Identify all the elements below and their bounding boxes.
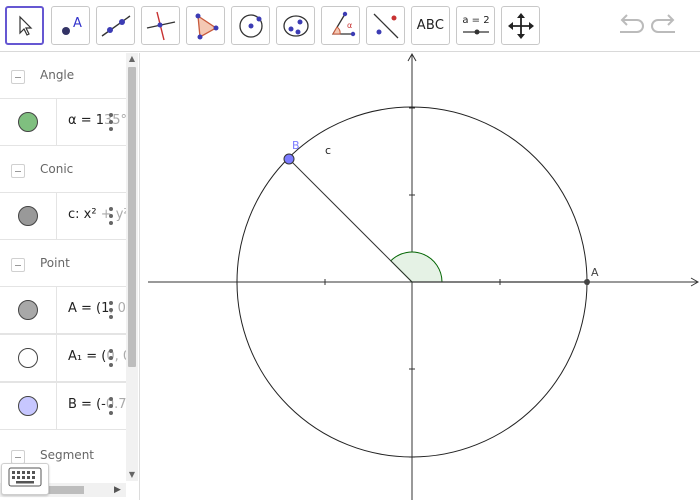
collapse-icon[interactable] bbox=[11, 450, 25, 464]
group-header-angle[interactable]: Angle bbox=[0, 53, 126, 101]
visibility-marble[interactable] bbox=[18, 300, 38, 320]
algebra-expression[interactable]: α = 135° bbox=[68, 113, 127, 128]
more-options-icon[interactable] bbox=[108, 395, 114, 417]
move-graphics-view-tool[interactable] bbox=[501, 6, 540, 45]
algebra-expression[interactable]: B = (-0.7 bbox=[68, 397, 127, 412]
point-tool[interactable]: A bbox=[51, 6, 90, 45]
algebra-expression[interactable]: c: x² + y² bbox=[68, 207, 129, 222]
point-tool-label: A bbox=[73, 16, 82, 31]
keyboard-button[interactable] bbox=[1, 463, 49, 495]
slider-tool-label: a = 2 bbox=[462, 15, 489, 26]
undo-button[interactable] bbox=[613, 10, 645, 42]
polygon-tool[interactable] bbox=[186, 6, 225, 45]
perpendicular-line-tool[interactable] bbox=[141, 6, 180, 45]
line-tool[interactable] bbox=[96, 6, 135, 45]
visibility-marble[interactable] bbox=[18, 396, 38, 416]
angle-tool[interactable]: α bbox=[321, 6, 360, 45]
slider-tool[interactable]: a = 2 bbox=[456, 6, 495, 45]
point-icon: A bbox=[56, 11, 86, 41]
collapse-icon[interactable] bbox=[11, 164, 25, 178]
scroll-right-icon[interactable]: ▶ bbox=[114, 485, 121, 495]
group-title: Angle bbox=[40, 68, 75, 82]
redo-button[interactable] bbox=[650, 10, 682, 42]
algebra-vertical-scrollbar[interactable]: ▲ ▼ bbox=[126, 53, 138, 481]
perpendicular-line-icon bbox=[145, 10, 177, 42]
reflect-about-line-tool[interactable] bbox=[366, 6, 405, 45]
slider-icon: a = 2 bbox=[459, 10, 493, 42]
circle-center-point-tool[interactable] bbox=[231, 6, 270, 45]
line-icon bbox=[100, 10, 132, 42]
marble-cell bbox=[0, 335, 57, 381]
scroll-down-icon[interactable]: ▼ bbox=[128, 471, 136, 479]
more-options-icon[interactable] bbox=[108, 111, 114, 133]
algebra-expression[interactable]: A = (1, 0 bbox=[68, 301, 126, 316]
algebra-item-alpha[interactable]: α = 135° bbox=[0, 98, 127, 146]
point-b[interactable] bbox=[283, 153, 295, 165]
group-header-conic[interactable]: Conic bbox=[0, 147, 126, 195]
graphics-view[interactable]: A B c bbox=[148, 53, 700, 500]
move-tool[interactable] bbox=[5, 6, 44, 45]
collapse-icon[interactable] bbox=[11, 70, 25, 84]
marble-cell bbox=[0, 99, 57, 145]
algebra-item-b[interactable]: B = (-0.7 bbox=[0, 382, 127, 430]
keyboard-icon bbox=[8, 467, 42, 491]
text-icon: ABC bbox=[416, 18, 445, 33]
segment-a1-b[interactable] bbox=[288, 158, 413, 283]
more-options-icon[interactable] bbox=[108, 347, 114, 369]
ellipse-icon bbox=[280, 10, 312, 42]
more-options-icon[interactable] bbox=[108, 205, 114, 227]
marble-cell bbox=[0, 193, 57, 239]
point-b-label: B bbox=[292, 139, 300, 152]
angle-alpha-sector[interactable] bbox=[390, 251, 443, 283]
algebra-item-c[interactable]: c: x² + y² bbox=[0, 192, 129, 240]
undo-icon bbox=[614, 12, 644, 40]
algebra-item-a[interactable]: A = (1, 0 bbox=[0, 286, 126, 334]
more-options-icon[interactable] bbox=[108, 299, 114, 321]
scroll-thumb[interactable] bbox=[128, 67, 136, 367]
move-arrows-icon bbox=[507, 12, 535, 40]
reflect-icon bbox=[370, 10, 402, 42]
group-title: Conic bbox=[40, 162, 74, 176]
collapse-icon[interactable] bbox=[11, 258, 25, 272]
algebra-view: Angle α = 135° Conic c: x² + y² Point A … bbox=[0, 53, 140, 500]
circle-icon bbox=[235, 10, 267, 42]
text-tool[interactable]: ABC bbox=[411, 6, 450, 45]
algebra-item-a1[interactable]: A₁ = (0, 0 bbox=[0, 334, 131, 382]
angle-icon: α bbox=[325, 10, 357, 42]
polygon-icon bbox=[190, 10, 222, 42]
marble-cell bbox=[0, 287, 57, 333]
algebra-expression[interactable]: A₁ = (0, 0 bbox=[68, 349, 131, 364]
visibility-marble[interactable] bbox=[18, 348, 38, 368]
svg-text:α: α bbox=[347, 21, 352, 30]
group-header-point[interactable]: Point bbox=[0, 241, 126, 289]
visibility-marble[interactable] bbox=[18, 206, 38, 226]
graphics-canvas[interactable]: A B c bbox=[148, 53, 700, 500]
marble-cell bbox=[0, 383, 57, 429]
ellipse-tool[interactable] bbox=[276, 6, 315, 45]
group-title: Segment bbox=[40, 448, 94, 462]
scroll-up-icon[interactable]: ▲ bbox=[128, 55, 136, 63]
point-a-label: A bbox=[591, 266, 599, 279]
group-title: Point bbox=[40, 256, 70, 270]
redo-icon bbox=[651, 12, 681, 40]
toolbar: A α ABC a = 2 bbox=[0, 0, 700, 52]
visibility-marble[interactable] bbox=[18, 112, 38, 132]
circle-c-label: c bbox=[325, 144, 331, 157]
point-a[interactable] bbox=[584, 279, 590, 285]
cursor-icon bbox=[14, 14, 36, 38]
